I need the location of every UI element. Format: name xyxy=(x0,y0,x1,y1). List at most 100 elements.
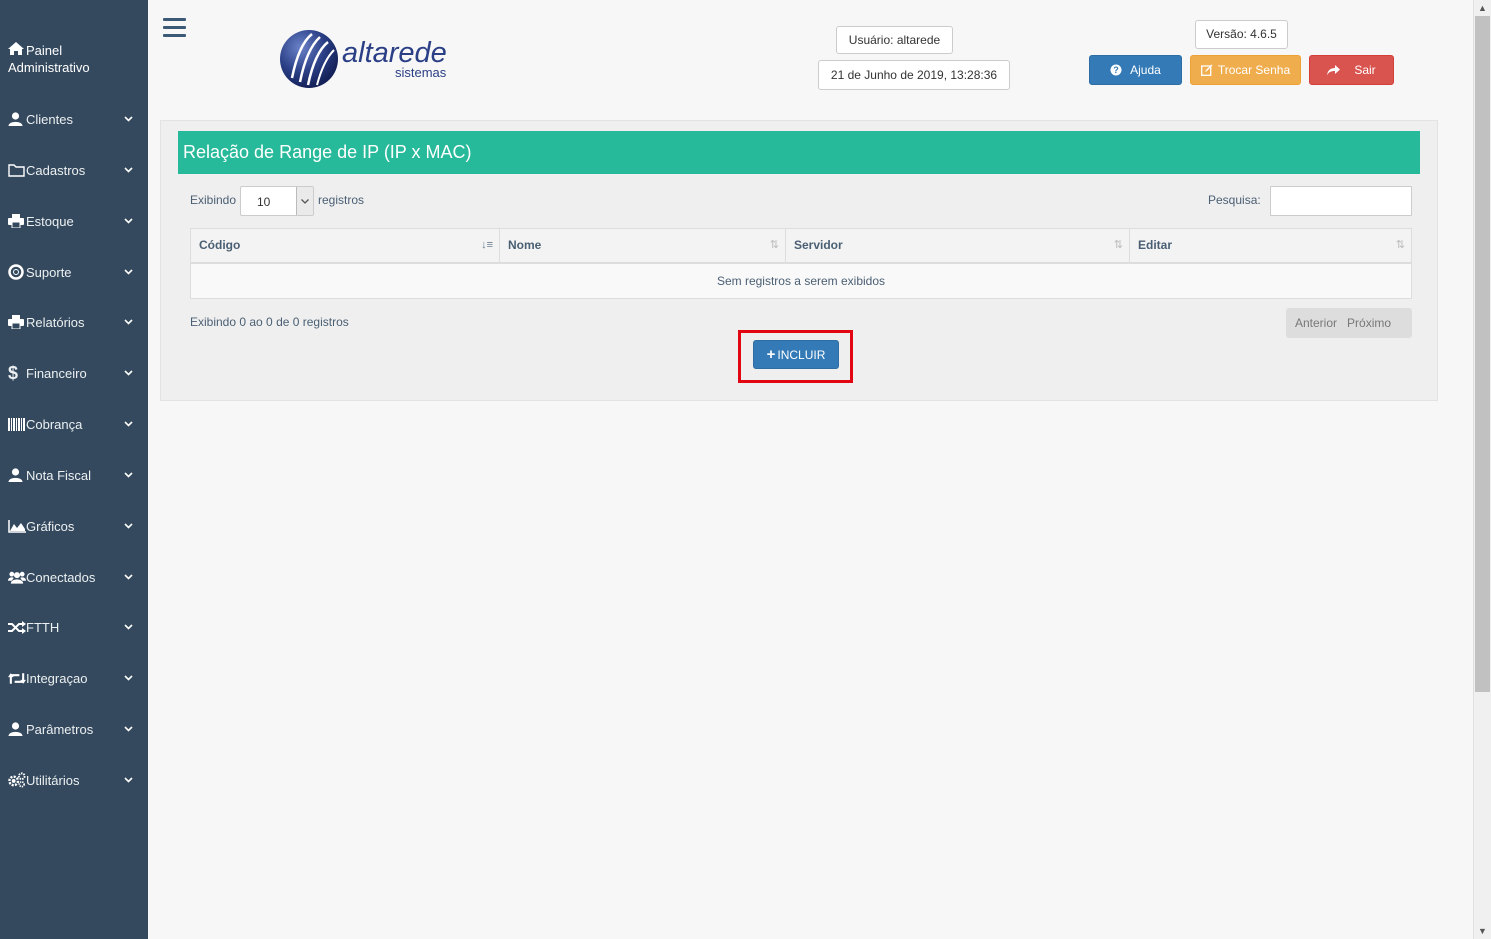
dollar-icon: $ xyxy=(8,362,19,383)
sidebar-item-clientes[interactable]: Clientes xyxy=(0,104,148,134)
logo-word: altarede xyxy=(342,37,447,69)
exit-button[interactable]: Sair xyxy=(1309,55,1394,85)
users-icon xyxy=(0,570,26,584)
cogs-icon xyxy=(0,772,26,788)
print-icon xyxy=(0,315,26,329)
scroll-thumb[interactable] xyxy=(1475,16,1490,692)
sidebar-item-label: Gráficos xyxy=(26,518,75,534)
change-password-label: Trocar Senha xyxy=(1217,63,1291,77)
logo-globe-icon xyxy=(280,30,338,88)
sidebar-item-integracao[interactable]: Integraçao xyxy=(0,663,148,693)
user-icon xyxy=(0,468,26,482)
sidebar: Painel Administrativo Clientes Cadastros… xyxy=(0,0,148,939)
chevron-down-icon xyxy=(124,269,148,275)
user-info: Usuário: altarede xyxy=(836,26,953,54)
chevron-down-icon xyxy=(124,167,148,173)
page-length-value: 10 xyxy=(257,195,271,209)
panel-title: Relação de Range de IP (IP x MAC) xyxy=(178,131,1420,174)
retweet-icon xyxy=(0,672,26,685)
area-chart-icon xyxy=(0,519,26,533)
chevron-down-icon xyxy=(124,421,148,427)
sidebar-item-nota-fiscal[interactable]: Nota Fiscal xyxy=(0,460,148,490)
sort-icon: ⇅ xyxy=(769,239,779,251)
version-info: Versão: 4.6.5 xyxy=(1195,20,1288,49)
chevron-down-icon xyxy=(124,370,148,376)
search-input[interactable] xyxy=(1270,186,1412,216)
add-button[interactable]: + INCLUIR xyxy=(753,340,839,369)
svg-text:?: ? xyxy=(1113,65,1119,75)
next-page-button[interactable]: Próximo xyxy=(1346,316,1400,330)
home-icon xyxy=(8,42,26,59)
scrollbar[interactable]: ▲ ▼ xyxy=(1473,0,1491,939)
length-suffix: registros xyxy=(318,193,365,207)
random-icon xyxy=(0,620,26,634)
plus-icon: + xyxy=(766,345,776,363)
sidebar-item-label: Conectados xyxy=(26,569,96,585)
page-length-select[interactable]: 10 xyxy=(240,186,314,216)
folder-icon xyxy=(0,163,26,177)
scroll-down-icon[interactable]: ▼ xyxy=(1474,923,1491,939)
help-label: Ajuda xyxy=(1130,63,1161,77)
sidebar-header-line2: Administrativo xyxy=(8,60,90,75)
datetime-info: 21 de Junho de 2019, 13:28:36 xyxy=(818,60,1010,90)
life-ring-icon xyxy=(0,264,26,280)
column-label: Nome xyxy=(508,238,542,252)
sidebar-item-ftth[interactable]: FTTH xyxy=(0,612,148,642)
pagination: Anterior Próximo xyxy=(1286,308,1412,338)
data-table: Código ↓≡ Nome ⇅ Servidor ⇅ Editar ⇅ Sem… xyxy=(190,228,1412,299)
column-label: Servidor xyxy=(794,238,843,252)
sidebar-item-label: Suporte xyxy=(26,264,72,280)
sidebar-item-label: Parâmetros xyxy=(26,721,94,737)
change-password-button[interactable]: Trocar Senha xyxy=(1190,55,1301,85)
sidebar-item-suporte[interactable]: Suporte xyxy=(0,257,148,287)
column-header-codigo[interactable]: Código ↓≡ xyxy=(191,229,500,262)
share-arrow-icon xyxy=(1327,64,1341,76)
sidebar-header-line1: Painel xyxy=(26,43,63,58)
column-header-servidor[interactable]: Servidor ⇅ xyxy=(786,229,1130,262)
menu-toggle-icon[interactable] xyxy=(163,18,186,38)
sidebar-item-estoque[interactable]: Estoque xyxy=(0,206,148,236)
sidebar-item-utilitarios[interactable]: Utilitários xyxy=(0,765,148,795)
column-header-editar[interactable]: Editar ⇅ xyxy=(1130,229,1411,262)
chevron-down-icon xyxy=(124,574,148,580)
sidebar-item-graficos[interactable]: Gráficos xyxy=(0,511,148,541)
column-label: Código xyxy=(199,238,241,252)
help-button[interactable]: ? Ajuda xyxy=(1089,55,1182,85)
user-icon xyxy=(0,722,26,736)
chevron-down-icon xyxy=(124,624,148,630)
sidebar-item-parametros[interactable]: Parâmetros xyxy=(0,714,148,744)
column-header-nome[interactable]: Nome ⇅ xyxy=(500,229,786,262)
chevron-down-icon xyxy=(124,319,148,325)
logo: altarede sistemas xyxy=(278,28,458,90)
chevron-down-icon xyxy=(124,472,148,478)
sidebar-item-label: Cobrança xyxy=(26,416,83,432)
table-info: Exibindo 0 ao 0 de 0 registros xyxy=(190,315,349,329)
sidebar-item-relatorios[interactable]: Relatórios xyxy=(0,307,148,337)
chevron-down-icon xyxy=(124,116,148,122)
sidebar-item-cobranca[interactable]: Cobrança xyxy=(0,409,148,439)
exit-label: Sair xyxy=(1354,63,1376,77)
column-label: Editar xyxy=(1138,238,1173,252)
barcode-icon xyxy=(0,417,26,431)
sort-icon: ⇅ xyxy=(1113,239,1123,251)
empty-table-row: Sem registros a serem exibidos xyxy=(191,264,1411,298)
sort-asc-icon: ↓≡ xyxy=(481,239,493,251)
logo-sub: sistemas xyxy=(395,65,447,80)
sidebar-item-label: Financeiro xyxy=(26,365,87,381)
sidebar-item-label: FTTH xyxy=(26,619,60,635)
user-icon xyxy=(0,112,26,126)
sidebar-item-cadastros[interactable]: Cadastros xyxy=(0,155,148,185)
chevron-down-icon xyxy=(124,218,148,224)
table-header: Código ↓≡ Nome ⇅ Servidor ⇅ Editar ⇅ xyxy=(191,229,1411,264)
search-label: Pesquisa: xyxy=(1208,193,1261,207)
chevron-down-icon xyxy=(124,777,148,783)
chevron-down-icon xyxy=(124,726,148,732)
sidebar-item-financeiro[interactable]: $ Financeiro xyxy=(0,358,148,388)
sidebar-item-conectados[interactable]: Conectados xyxy=(0,562,148,592)
scroll-up-icon[interactable]: ▲ xyxy=(1474,0,1491,16)
sidebar-item-label: Cadastros xyxy=(26,162,86,178)
sidebar-header[interactable]: Painel Administrativo xyxy=(8,42,138,76)
previous-page-button[interactable]: Anterior xyxy=(1286,316,1346,330)
chevron-down-icon xyxy=(296,187,313,215)
length-prefix: Exibindo xyxy=(190,193,237,207)
